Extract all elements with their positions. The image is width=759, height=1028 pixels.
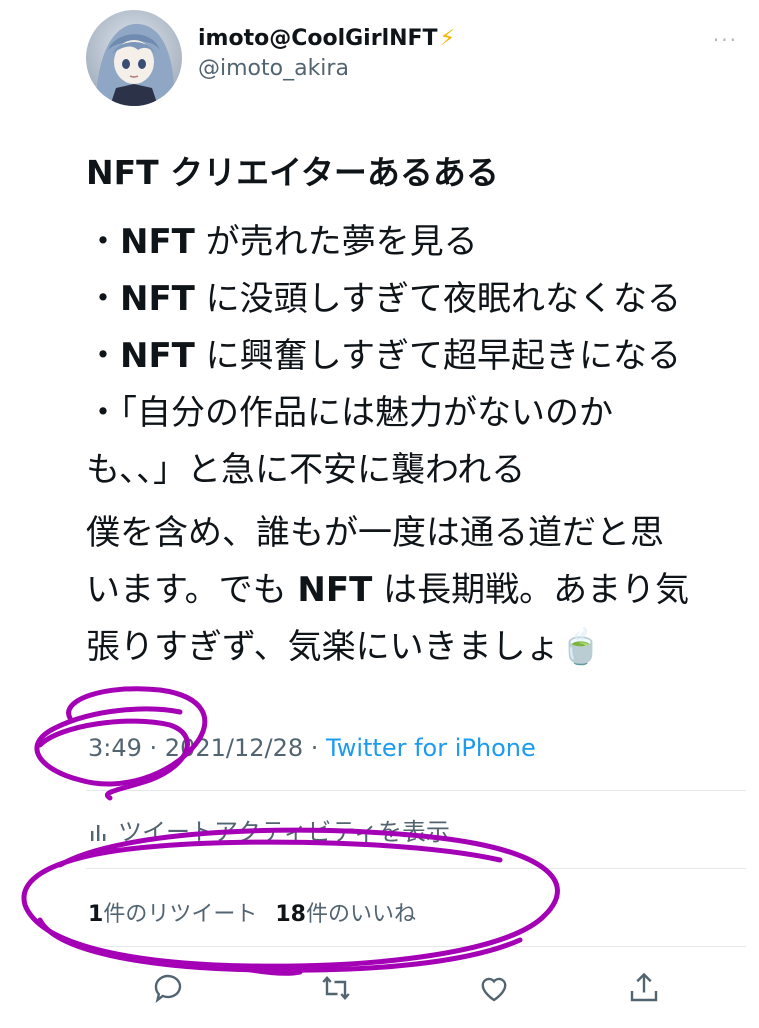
divider	[86, 868, 746, 869]
share-icon[interactable]	[626, 970, 666, 1010]
divider	[86, 946, 746, 947]
retweet-stat[interactable]: 1件のリツイート	[88, 902, 257, 927]
tweet-meta: 3:49 · 2021/12/28 · Twitter for iPhone	[88, 734, 536, 762]
tweet-activity-link[interactable]: ツイートアクティビティを表示	[88, 812, 450, 847]
tweet-stats: 1件のリツイート 18件のいいね	[88, 896, 416, 928]
retweet-count: 1	[88, 902, 104, 927]
more-options-icon[interactable]: ···	[713, 28, 738, 52]
user-names: imoto@CoolGirlNFT⚡ @imoto_akira	[198, 24, 455, 84]
like-count: 18	[275, 902, 306, 927]
retweet-label: 件のリツイート	[103, 902, 258, 927]
avatar[interactable]	[86, 10, 182, 106]
reply-icon[interactable]	[150, 970, 190, 1010]
tweet-line: 張りすぎず、気楽にいきましょ🍵	[86, 627, 602, 667]
retweet-icon[interactable]	[318, 970, 358, 1010]
tweet-line: います。でも NFT は長期戦。あまり気	[86, 570, 690, 610]
analytics-icon	[91, 825, 106, 841]
tweet-line: ・NFT に没頭しすぎて夜眠れなくなる	[86, 279, 682, 319]
tweet-title: NFT クリエイターあるある	[86, 153, 499, 192]
tweet-header: imoto@CoolGirlNFT⚡ @imoto_akira ···	[86, 10, 746, 110]
lightning-icon: ⚡	[439, 26, 456, 51]
like-icon[interactable]	[476, 970, 516, 1010]
tweet-line: ・「自分の作品には魅力がないのか	[86, 393, 613, 433]
user-handle[interactable]: @imoto_akira	[198, 54, 455, 84]
display-name[interactable]: imoto@CoolGirlNFT⚡	[198, 24, 455, 54]
tweet-detail-page: imoto@CoolGirlNFT⚡ @imoto_akira ··· NFT …	[0, 0, 759, 1028]
tweet-line: も、、」と急に不安に襲われる	[86, 450, 526, 490]
divider	[86, 790, 746, 791]
tea-emoji-icon: 🍵	[559, 627, 602, 667]
tweet-activity-label: ツイートアクティビティを表示	[118, 818, 450, 846]
tweet-date[interactable]: 2021/12/28	[165, 734, 303, 762]
tweet-paragraph: 僕を含め、誰もが一度は通る道だと思 います。でも NFT は長期戦。あまり気 張…	[86, 505, 746, 676]
tweet-source-link[interactable]: Twitter for iPhone	[326, 734, 536, 762]
tweet-body: NFT クリエイターあるある ・NFT が売れた夢を見る ・NFT に没頭しすぎ…	[86, 150, 746, 676]
tweet-line: ・NFT が売れた夢を見る	[86, 222, 478, 262]
tweet-line: 僕を含め、誰もが一度は通る道だと思	[86, 513, 664, 553]
display-name-text: imoto@CoolGirlNFT	[198, 26, 438, 51]
tweet-time[interactable]: 3:49	[88, 734, 142, 762]
tweet-line: ・NFT に興奮しすぎて超早起きになる	[86, 336, 682, 376]
like-label: 件のいいね	[305, 902, 416, 927]
tweet-actions	[150, 970, 690, 1010]
anime-girl-avatar-icon	[86, 10, 182, 106]
like-stat[interactable]: 18件のいいね	[275, 902, 416, 927]
